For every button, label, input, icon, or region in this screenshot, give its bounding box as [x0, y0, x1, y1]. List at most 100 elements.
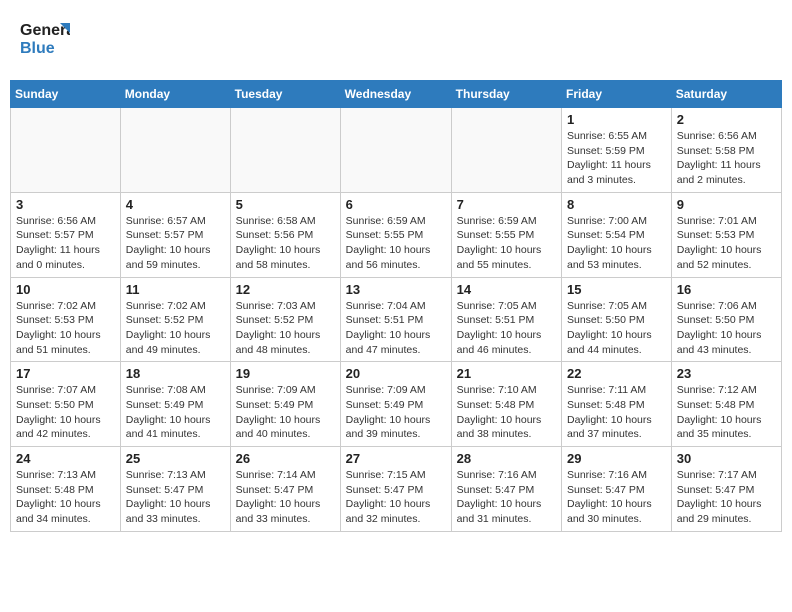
- calendar-cell: 8 Sunrise: 7:00 AM Sunset: 5:54 PM Daylig…: [562, 192, 672, 277]
- day-info: Sunrise: 6:59 AM Sunset: 5:55 PM Dayligh…: [346, 214, 446, 273]
- calendar-cell: 7 Sunrise: 6:59 AM Sunset: 5:55 PM Daylig…: [451, 192, 561, 277]
- calendar-cell: 15Sunrise: 7:05 AM Sunset: 5:50 PM Dayli…: [562, 277, 672, 362]
- day-info: Sunrise: 7:09 AM Sunset: 5:49 PM Dayligh…: [346, 383, 446, 442]
- calendar-cell: [120, 108, 230, 193]
- calendar-cell: 28Sunrise: 7:16 AM Sunset: 5:47 PM Dayli…: [451, 447, 561, 532]
- day-number: 13: [346, 282, 446, 297]
- day-info: Sunrise: 6:58 AM Sunset: 5:56 PM Dayligh…: [236, 214, 335, 273]
- day-number: 25: [126, 451, 225, 466]
- calendar-cell: 30Sunrise: 7:17 AM Sunset: 5:47 PM Dayli…: [671, 447, 781, 532]
- day-number: 3: [16, 197, 115, 212]
- day-number: 4: [126, 197, 225, 212]
- calendar-cell: [230, 108, 340, 193]
- day-info: Sunrise: 7:03 AM Sunset: 5:52 PM Dayligh…: [236, 299, 335, 358]
- day-info: Sunrise: 6:56 AM Sunset: 5:57 PM Dayligh…: [16, 214, 115, 273]
- calendar-cell: 16Sunrise: 7:06 AM Sunset: 5:50 PM Dayli…: [671, 277, 781, 362]
- calendar-cell: [340, 108, 451, 193]
- weekday-tuesday: Tuesday: [230, 81, 340, 108]
- day-info: Sunrise: 7:02 AM Sunset: 5:52 PM Dayligh…: [126, 299, 225, 358]
- calendar-cell: 26 Sunrise: 7:14 AM Sunset: 5:47 PM Dayli…: [230, 447, 340, 532]
- calendar-cell: 10 Sunrise: 7:02 AM Sunset: 5:53 PM Dayli…: [11, 277, 121, 362]
- calendar-body: 1 Sunrise: 6:55 AM Sunset: 5:59 PM Daylig…: [11, 108, 782, 532]
- day-info: Sunrise: 6:55 AM Sunset: 5:59 PM Dayligh…: [567, 129, 666, 188]
- day-info: Sunrise: 7:01 AM Sunset: 5:53 PM Dayligh…: [677, 214, 776, 273]
- week-row-4: 24 Sunrise: 7:13 AM Sunset: 5:48 PM Dayli…: [11, 447, 782, 532]
- calendar-cell: 22Sunrise: 7:11 AM Sunset: 5:48 PM Dayli…: [562, 362, 672, 447]
- day-number: 29: [567, 451, 666, 466]
- calendar-cell: 18Sunrise: 7:08 AM Sunset: 5:49 PM Dayli…: [120, 362, 230, 447]
- day-info: Sunrise: 6:57 AM Sunset: 5:57 PM Dayligh…: [126, 214, 225, 273]
- calendar-cell: 12 Sunrise: 7:03 AM Sunset: 5:52 PM Dayli…: [230, 277, 340, 362]
- svg-text:Blue: Blue: [20, 40, 55, 57]
- calendar-cell: 24 Sunrise: 7:13 AM Sunset: 5:48 PM Dayli…: [11, 447, 121, 532]
- day-number: 14: [457, 282, 556, 297]
- day-info: Sunrise: 7:09 AM Sunset: 5:49 PM Dayligh…: [236, 383, 335, 442]
- day-number: 8: [567, 197, 666, 212]
- logo: General Blue: [20, 15, 70, 65]
- day-info: Sunrise: 7:02 AM Sunset: 5:53 PM Dayligh…: [16, 299, 115, 358]
- day-number: 17: [16, 366, 115, 381]
- calendar-cell: 6 Sunrise: 6:59 AM Sunset: 5:55 PM Daylig…: [340, 192, 451, 277]
- day-info: Sunrise: 7:00 AM Sunset: 5:54 PM Dayligh…: [567, 214, 666, 273]
- weekday-header-row: SundayMondayTuesdayWednesdayThursdayFrid…: [11, 81, 782, 108]
- day-number: 2: [677, 112, 776, 127]
- calendar-cell: 4 Sunrise: 6:57 AM Sunset: 5:57 PM Daylig…: [120, 192, 230, 277]
- weekday-saturday: Saturday: [671, 81, 781, 108]
- weekday-wednesday: Wednesday: [340, 81, 451, 108]
- week-row-1: 3 Sunrise: 6:56 AM Sunset: 5:57 PM Daylig…: [11, 192, 782, 277]
- calendar-cell: 27Sunrise: 7:15 AM Sunset: 5:47 PM Dayli…: [340, 447, 451, 532]
- page-header: General Blue: [10, 10, 782, 70]
- day-number: 6: [346, 197, 446, 212]
- day-number: 7: [457, 197, 556, 212]
- day-number: 18: [126, 366, 225, 381]
- day-info: Sunrise: 7:10 AM Sunset: 5:48 PM Dayligh…: [457, 383, 556, 442]
- day-number: 1: [567, 112, 666, 127]
- day-info: Sunrise: 7:07 AM Sunset: 5:50 PM Dayligh…: [16, 383, 115, 442]
- day-number: 23: [677, 366, 776, 381]
- calendar-cell: 29 Sunrise: 7:16 AM Sunset: 5:47 PM Dayli…: [562, 447, 672, 532]
- calendar-cell: 2Sunrise: 6:56 AM Sunset: 5:58 PM Daylig…: [671, 108, 781, 193]
- day-number: 19: [236, 366, 335, 381]
- calendar-cell: 17 Sunrise: 7:07 AM Sunset: 5:50 PM Dayli…: [11, 362, 121, 447]
- day-number: 5: [236, 197, 335, 212]
- calendar-cell: 3 Sunrise: 6:56 AM Sunset: 5:57 PM Daylig…: [11, 192, 121, 277]
- weekday-sunday: Sunday: [11, 81, 121, 108]
- day-info: Sunrise: 7:05 AM Sunset: 5:50 PM Dayligh…: [567, 299, 666, 358]
- calendar-cell: 20 Sunrise: 7:09 AM Sunset: 5:49 PM Dayli…: [340, 362, 451, 447]
- weekday-thursday: Thursday: [451, 81, 561, 108]
- calendar-cell: 5 Sunrise: 6:58 AM Sunset: 5:56 PM Daylig…: [230, 192, 340, 277]
- day-number: 9: [677, 197, 776, 212]
- day-info: Sunrise: 7:05 AM Sunset: 5:51 PM Dayligh…: [457, 299, 556, 358]
- calendar-cell: 1 Sunrise: 6:55 AM Sunset: 5:59 PM Daylig…: [562, 108, 672, 193]
- week-row-3: 17 Sunrise: 7:07 AM Sunset: 5:50 PM Dayli…: [11, 362, 782, 447]
- day-number: 12: [236, 282, 335, 297]
- logo-icon: General Blue: [20, 15, 70, 65]
- day-info: Sunrise: 7:16 AM Sunset: 5:47 PM Dayligh…: [567, 468, 666, 527]
- day-number: 10: [16, 282, 115, 297]
- day-number: 16: [677, 282, 776, 297]
- day-info: Sunrise: 7:12 AM Sunset: 5:48 PM Dayligh…: [677, 383, 776, 442]
- day-number: 20: [346, 366, 446, 381]
- calendar-cell: 21Sunrise: 7:10 AM Sunset: 5:48 PM Dayli…: [451, 362, 561, 447]
- day-number: 30: [677, 451, 776, 466]
- weekday-friday: Friday: [562, 81, 672, 108]
- day-info: Sunrise: 7:13 AM Sunset: 5:47 PM Dayligh…: [126, 468, 225, 527]
- day-info: Sunrise: 7:04 AM Sunset: 5:51 PM Dayligh…: [346, 299, 446, 358]
- calendar-cell: 25 Sunrise: 7:13 AM Sunset: 5:47 PM Dayli…: [120, 447, 230, 532]
- calendar-cell: 9 Sunrise: 7:01 AM Sunset: 5:53 PM Daylig…: [671, 192, 781, 277]
- day-number: 11: [126, 282, 225, 297]
- day-info: Sunrise: 7:13 AM Sunset: 5:48 PM Dayligh…: [16, 468, 115, 527]
- day-number: 26: [236, 451, 335, 466]
- calendar-table: SundayMondayTuesdayWednesdayThursdayFrid…: [10, 80, 782, 532]
- calendar-cell: 13 Sunrise: 7:04 AM Sunset: 5:51 PM Dayli…: [340, 277, 451, 362]
- week-row-0: 1 Sunrise: 6:55 AM Sunset: 5:59 PM Daylig…: [11, 108, 782, 193]
- day-info: Sunrise: 7:14 AM Sunset: 5:47 PM Dayligh…: [236, 468, 335, 527]
- day-number: 27: [346, 451, 446, 466]
- week-row-2: 10 Sunrise: 7:02 AM Sunset: 5:53 PM Dayli…: [11, 277, 782, 362]
- day-info: Sunrise: 6:59 AM Sunset: 5:55 PM Dayligh…: [457, 214, 556, 273]
- weekday-monday: Monday: [120, 81, 230, 108]
- day-number: 22: [567, 366, 666, 381]
- calendar-cell: 14 Sunrise: 7:05 AM Sunset: 5:51 PM Dayli…: [451, 277, 561, 362]
- day-number: 24: [16, 451, 115, 466]
- calendar-cell: 23 Sunrise: 7:12 AM Sunset: 5:48 PM Dayli…: [671, 362, 781, 447]
